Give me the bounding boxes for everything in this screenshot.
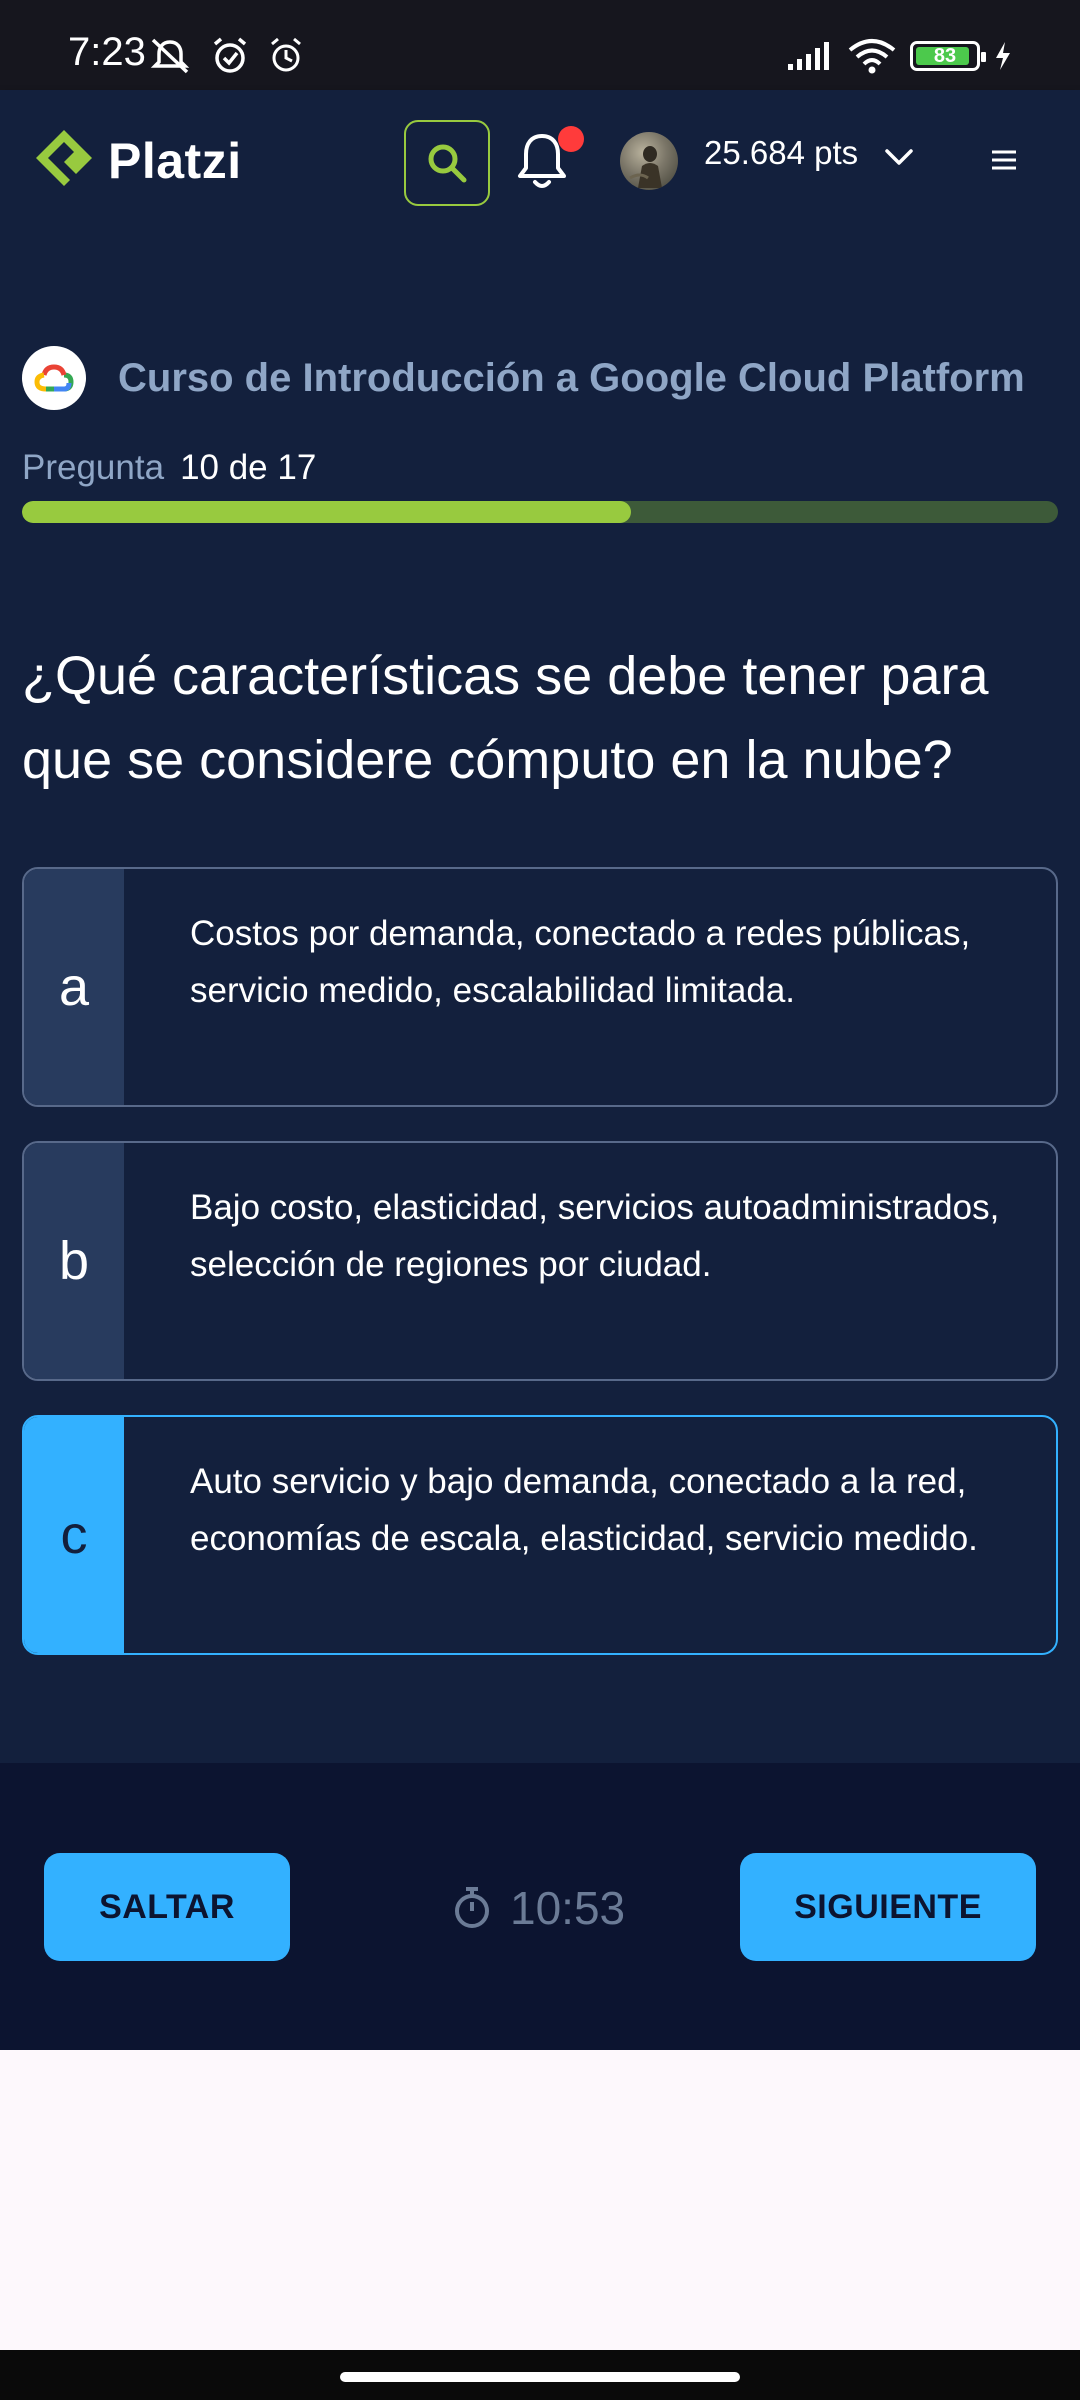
signal-icon: [788, 42, 829, 70]
mute-icon: [150, 38, 190, 74]
system-nav-bar: [0, 2350, 1080, 2400]
option-text: Costos por demanda, conectado a redes pú…: [190, 914, 971, 1010]
progress-label: Pregunta: [22, 448, 165, 487]
timer: 10:53: [452, 1881, 625, 1935]
platzi-logo[interactable]: Platzi: [32, 126, 242, 196]
search-button[interactable]: [404, 120, 490, 206]
logo-text: Platzi: [108, 133, 242, 189]
next-button[interactable]: SIGUIENTE: [740, 1853, 1036, 1961]
chevron-down-icon[interactable]: [882, 140, 916, 174]
progress-value: 10 de 17: [180, 448, 317, 487]
course-logo: [22, 346, 86, 410]
option-text: Auto servicio y bajo demanda, conectado …: [190, 1462, 978, 1558]
stopwatch-icon: [455, 1887, 489, 1928]
home-indicator[interactable]: [340, 2372, 740, 2382]
timer-value: 10:53: [510, 1882, 626, 1934]
option-letter: b: [24, 1143, 124, 1379]
answer-option-b[interactable]: b Bajo costo, elasticidad, servicios aut…: [22, 1141, 1058, 1381]
app-header: Platzi 25.684 pts: [0, 90, 1080, 236]
wifi-icon: [848, 39, 896, 74]
option-letter: c: [24, 1417, 124, 1653]
option-text: Bajo costo, elasticidad, servicios autoa…: [190, 1188, 1000, 1284]
progress-bar: [22, 501, 1058, 523]
course-title: Curso de Introducción a Google Cloud Pla…: [118, 355, 1025, 400]
question-progress-label: Pregunta 10 de 17: [22, 448, 316, 488]
user-points[interactable]: 25.684 pts: [704, 134, 858, 172]
skip-button[interactable]: SALTAR: [44, 1853, 290, 1961]
quiz-footer: SALTAR 10:53 SIGUIENTE: [0, 1763, 1080, 2050]
progress-bar-fill: [22, 501, 632, 523]
battery-level: 83: [933, 44, 957, 67]
course-header: Curso de Introducción a Google Cloud Pla…: [22, 346, 1025, 410]
google-cloud-icon: [34, 364, 74, 392]
notifications-button[interactable]: [516, 126, 584, 196]
menu-icon[interactable]: [990, 148, 1018, 172]
search-icon: [428, 144, 467, 183]
option-letter: a: [24, 869, 124, 1105]
status-time: 7:23: [68, 30, 146, 74]
platzi-logo-icon: [36, 130, 92, 186]
battery-indicator: 83: [910, 41, 986, 71]
notification-badge: [558, 126, 584, 152]
avatar[interactable]: [620, 132, 678, 190]
quiz-main: Curso de Introducción a Google Cloud Pla…: [0, 236, 1080, 1763]
alarm-outline-icon: [271, 37, 301, 72]
answer-option-c[interactable]: c Auto servicio y bajo demanda, conectad…: [22, 1415, 1058, 1655]
status-bar: 7:23 83: [0, 0, 1080, 90]
question-text: ¿Qué características se debe tener para …: [22, 646, 989, 790]
blank-area: [0, 2050, 1080, 2350]
charging-icon: [996, 42, 1010, 70]
answer-option-a[interactable]: a Costos por demanda, conectado a redes …: [22, 867, 1058, 1107]
alarm-icon: [213, 37, 247, 73]
